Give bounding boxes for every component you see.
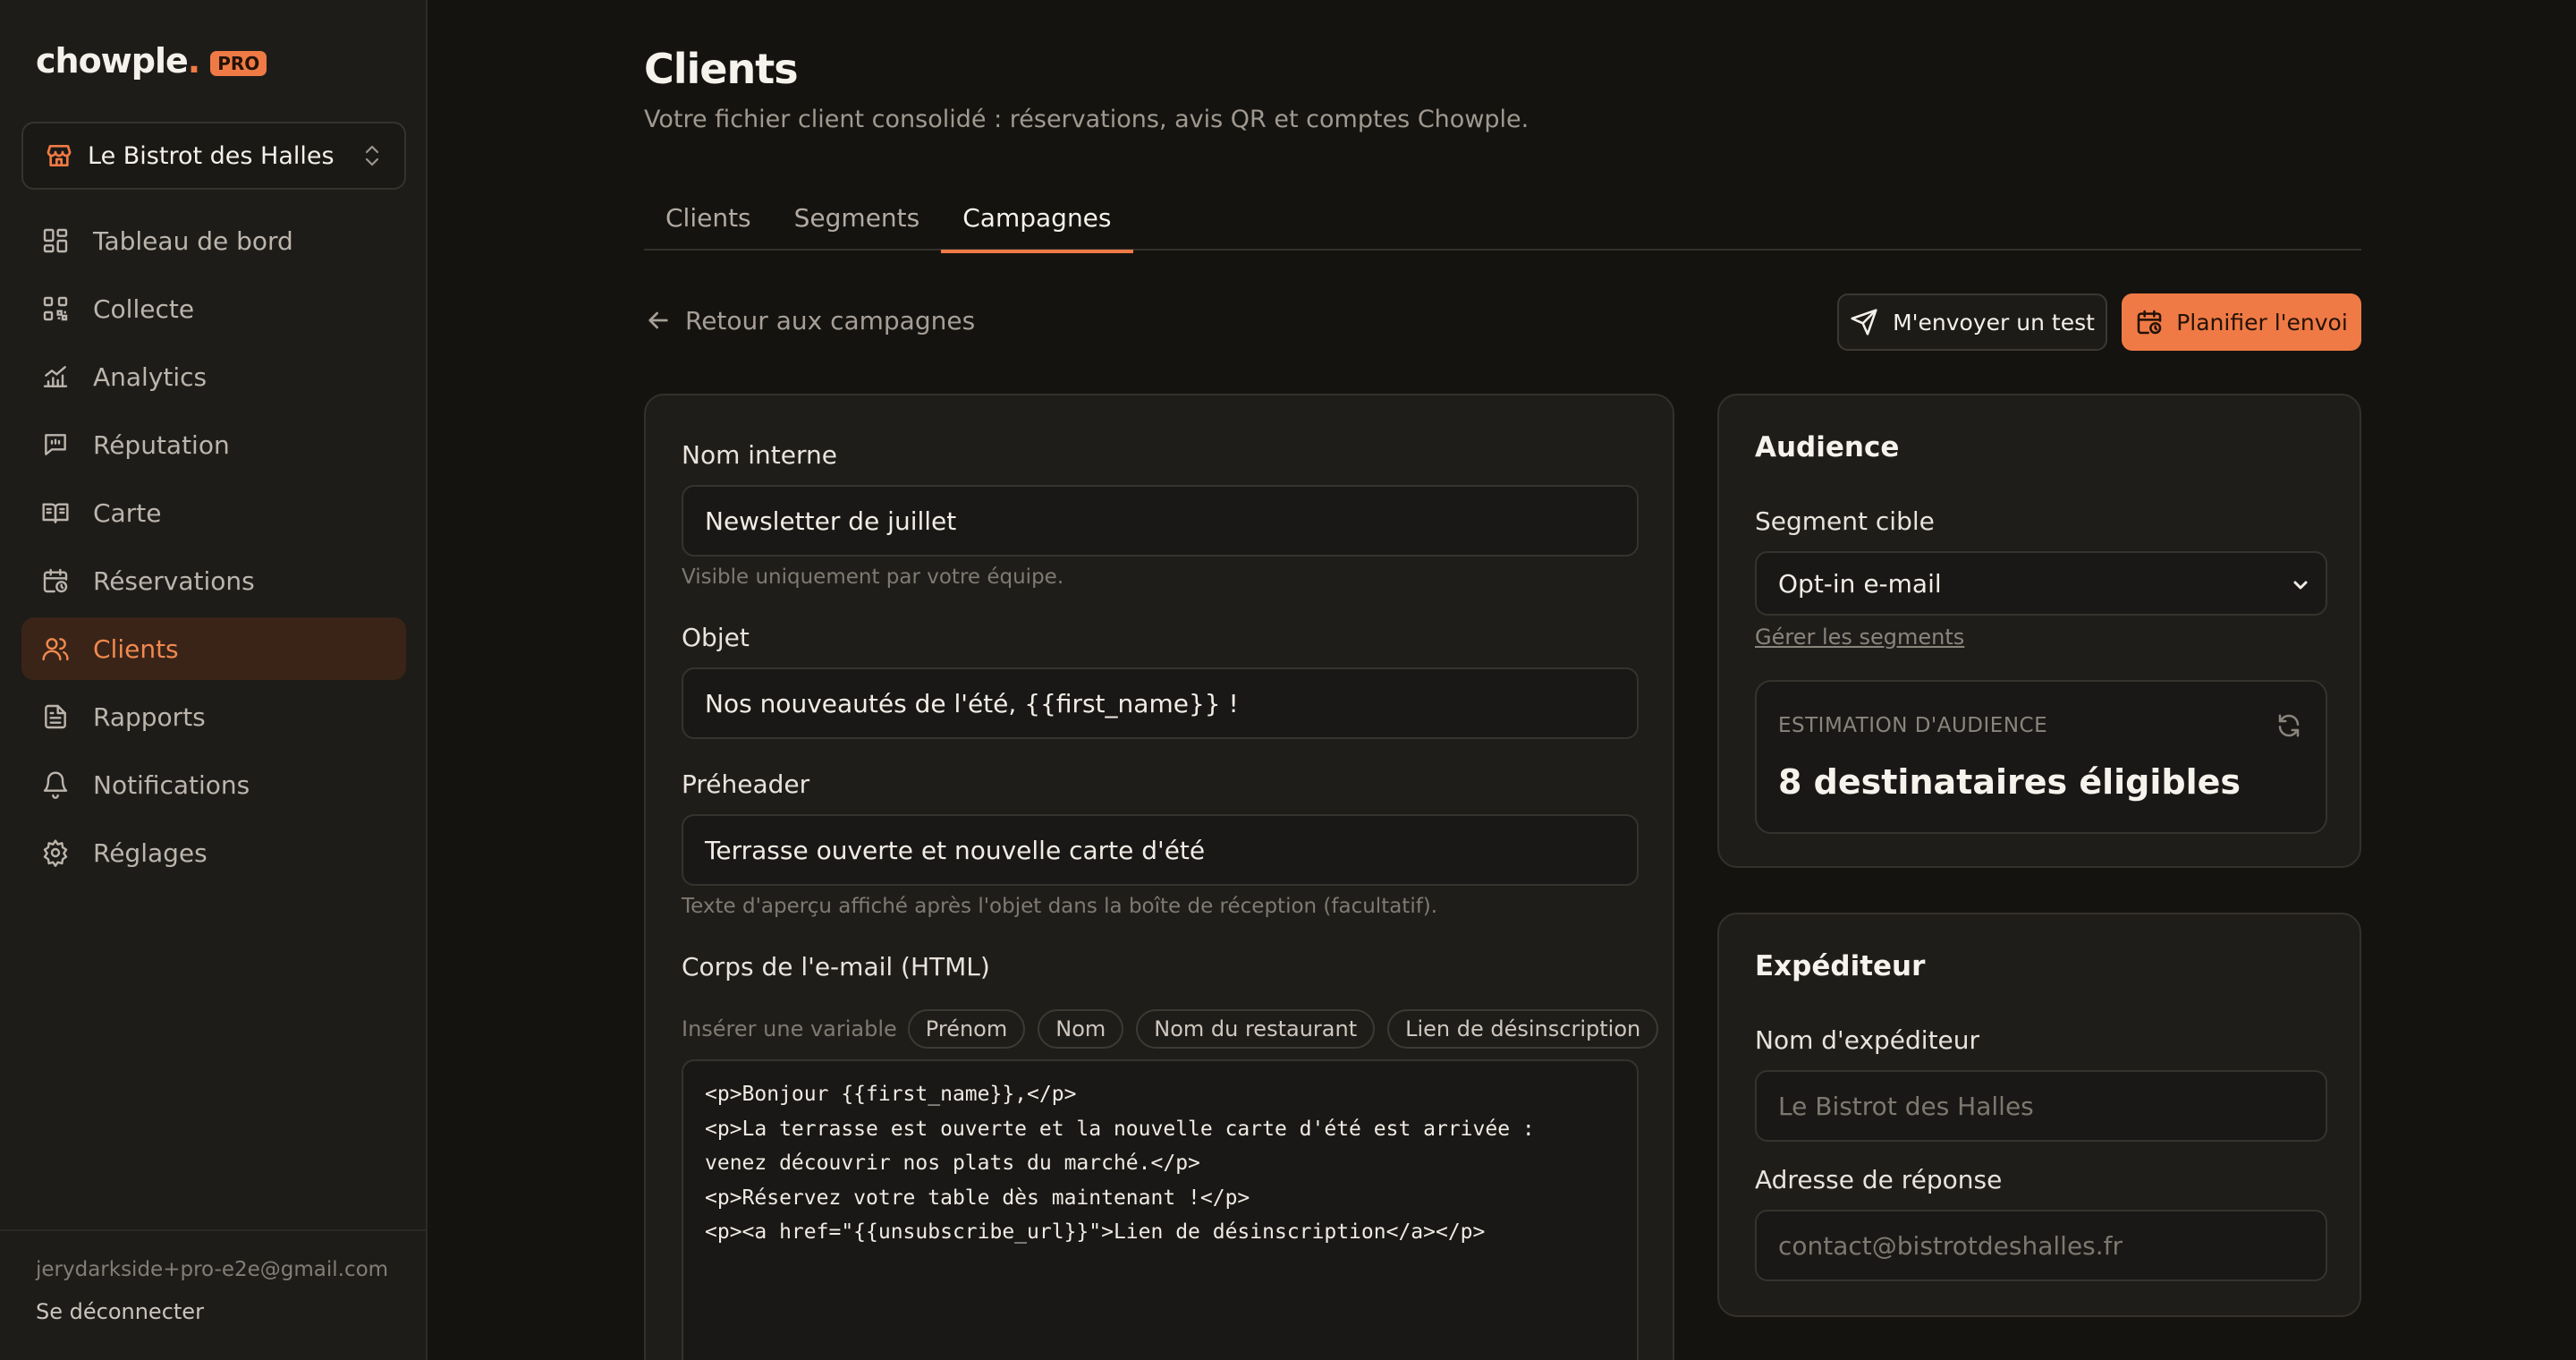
main-content: Clients Votre fichier client consolidé :… xyxy=(644,0,2361,1360)
page-title: Clients xyxy=(644,45,799,93)
dashboard-icon xyxy=(43,228,68,253)
sidebar-item-label: Analytics xyxy=(93,361,208,392)
internal-name-hint: Visible uniquement par votre équipe. xyxy=(682,565,1064,589)
tab-bar: Clients Segments Campagnes xyxy=(644,184,2361,253)
brand-dot: . xyxy=(187,41,200,81)
preheader-label: Préheader xyxy=(682,769,810,799)
audience-estimate-label: ESTIMATION D'AUDIENCE xyxy=(1778,714,2048,737)
send-test-button[interactable]: M'envoyer un test xyxy=(1837,293,2107,351)
restaurant-name: Le Bistrot des Halles xyxy=(88,141,335,170)
bell-icon xyxy=(43,771,68,799)
sidebar-item-carte[interactable]: Carte xyxy=(21,481,406,544)
sender-title: Expéditeur xyxy=(1755,950,1926,982)
gear-icon xyxy=(43,839,68,867)
sidebar-footer: jerydarkside+pro-e2e@gmail.com Se déconn… xyxy=(0,1229,428,1324)
brand-name: chowple xyxy=(36,41,189,81)
arrow-left-icon xyxy=(648,311,668,329)
sidebar-item-label: Réputation xyxy=(93,429,230,460)
sidebar: chowple. PRO Le Bistrot des Halles Table… xyxy=(0,0,428,1360)
sidebar-item-label: Clients xyxy=(93,633,179,664)
variable-chip-restaurant[interactable]: Nom du restaurant xyxy=(1136,1009,1376,1049)
calendar-clock-icon xyxy=(43,568,68,593)
users-icon xyxy=(42,638,69,661)
subject-label: Objet xyxy=(682,623,750,652)
sidebar-item-label: Collecte xyxy=(93,293,195,324)
preheader-hint: Texte d'aperçu affiché après l'objet dan… xyxy=(682,895,1438,918)
campaign-form-card: Nom interne Newsletter de juillet Visibl… xyxy=(644,394,1674,1360)
sidebar-item-label: Réservations xyxy=(93,565,255,596)
send-icon xyxy=(1851,309,1877,336)
tab-clients[interactable]: Clients xyxy=(644,184,773,251)
sidebar-nav: Tableau de bord Collecte Analytics Réput… xyxy=(21,209,406,889)
reply-address-label: Adresse de réponse xyxy=(1755,1165,2003,1194)
file-text-icon xyxy=(45,704,66,729)
schedule-send-label: Planifier l'envoi xyxy=(2176,309,2348,336)
email-body-label: Corps de l'e-mail (HTML) xyxy=(682,952,990,982)
segment-selected-value: Opt-in e-mail xyxy=(1778,568,1942,599)
refresh-icon[interactable] xyxy=(2275,712,2302,739)
email-body-editor[interactable]: <p>Bonjour {{first_name}},</p> <p>La ter… xyxy=(682,1059,1639,1360)
tab-campagnes[interactable]: Campagnes xyxy=(941,184,1133,253)
audience-estimate-box: ESTIMATION D'AUDIENCE 8 destinataires él… xyxy=(1755,680,2327,834)
brand-logo[interactable]: chowple. PRO xyxy=(36,39,267,82)
tab-segments[interactable]: Segments xyxy=(773,184,942,251)
sender-name-input[interactable]: Le Bistrot des Halles xyxy=(1755,1070,2327,1142)
sidebar-item-notifications[interactable]: Notifications xyxy=(21,753,406,816)
menu-book-icon xyxy=(42,503,69,523)
sidebar-item-rapports[interactable]: Rapports xyxy=(21,685,406,748)
sidebar-item-label: Notifications xyxy=(93,769,250,800)
pro-badge: PRO xyxy=(210,51,267,76)
chevron-down-icon xyxy=(2293,581,2308,590)
sidebar-item-analytics[interactable]: Analytics xyxy=(21,345,406,408)
variable-chip-prenom[interactable]: Prénom xyxy=(907,1009,1026,1049)
sidebar-item-reglages[interactable]: Réglages xyxy=(21,821,406,884)
manage-segments-link[interactable]: Gérer les segments xyxy=(1755,625,1964,650)
sidebar-item-reservations[interactable]: Réservations xyxy=(21,549,406,612)
logout-link[interactable]: Se déconnecter xyxy=(36,1299,204,1324)
sidebar-item-clients[interactable]: Clients xyxy=(21,617,406,680)
sidebar-item-reputation[interactable]: Réputation xyxy=(21,413,406,476)
internal-name-label: Nom interne xyxy=(682,440,837,470)
sidebar-item-label: Tableau de bord xyxy=(93,225,293,256)
back-link-label: Retour aux campagnes xyxy=(685,305,976,336)
user-email: jerydarkside+pro-e2e@gmail.com xyxy=(36,1258,389,1281)
sender-card: Expéditeur Nom d'expéditeur Le Bistrot d… xyxy=(1717,913,2361,1317)
chart-icon xyxy=(43,366,68,387)
subject-input[interactable]: Nos nouveautés de l'été, {{first_name}} … xyxy=(682,667,1639,739)
segment-label: Segment cible xyxy=(1755,506,1935,536)
qr-code-icon xyxy=(43,296,68,321)
store-icon xyxy=(47,145,72,166)
variable-chip-nom[interactable]: Nom xyxy=(1038,1009,1124,1049)
sidebar-item-label: Carte xyxy=(93,497,162,528)
internal-name-input[interactable]: Newsletter de juillet xyxy=(682,485,1639,557)
reply-address-input[interactable]: contact@bistrotdeshalles.fr xyxy=(1755,1210,2327,1281)
sidebar-item-collecte[interactable]: Collecte xyxy=(21,277,406,340)
chevron-up-down-icon xyxy=(365,145,379,166)
schedule-send-button[interactable]: Planifier l'envoi xyxy=(2122,293,2361,351)
audience-estimate-value: 8 destinataires éligibles xyxy=(1778,762,2241,802)
sidebar-item-tableau-de-bord[interactable]: Tableau de bord xyxy=(21,209,406,272)
sender-name-label: Nom d'expéditeur xyxy=(1755,1025,1980,1055)
variable-insert-row: Insérer une variable Prénom Nom Nom du r… xyxy=(682,1009,1671,1049)
insert-variable-label: Insérer une variable xyxy=(682,1016,897,1041)
preheader-input[interactable]: Terrasse ouverte et nouvelle carte d'été xyxy=(682,814,1639,886)
calendar-clock-icon xyxy=(2137,310,2162,335)
sidebar-item-label: Rapports xyxy=(93,701,206,732)
variable-chip-unsubscribe[interactable]: Lien de désinscription xyxy=(1387,1009,1659,1049)
page-subtitle: Votre fichier client consolidé : réserva… xyxy=(644,106,1530,133)
audience-title: Audience xyxy=(1755,431,1900,463)
restaurant-selector[interactable]: Le Bistrot des Halles xyxy=(21,122,406,190)
review-icon xyxy=(45,434,66,455)
send-test-label: M'envoyer un test xyxy=(1893,309,2095,336)
sidebar-item-label: Réglages xyxy=(93,837,208,868)
segment-select[interactable]: Opt-in e-mail xyxy=(1755,551,2327,616)
audience-card: Audience Segment cible Opt-in e-mail Gér… xyxy=(1717,394,2361,868)
back-to-campaigns-link[interactable]: Retour aux campagnes xyxy=(644,301,975,340)
